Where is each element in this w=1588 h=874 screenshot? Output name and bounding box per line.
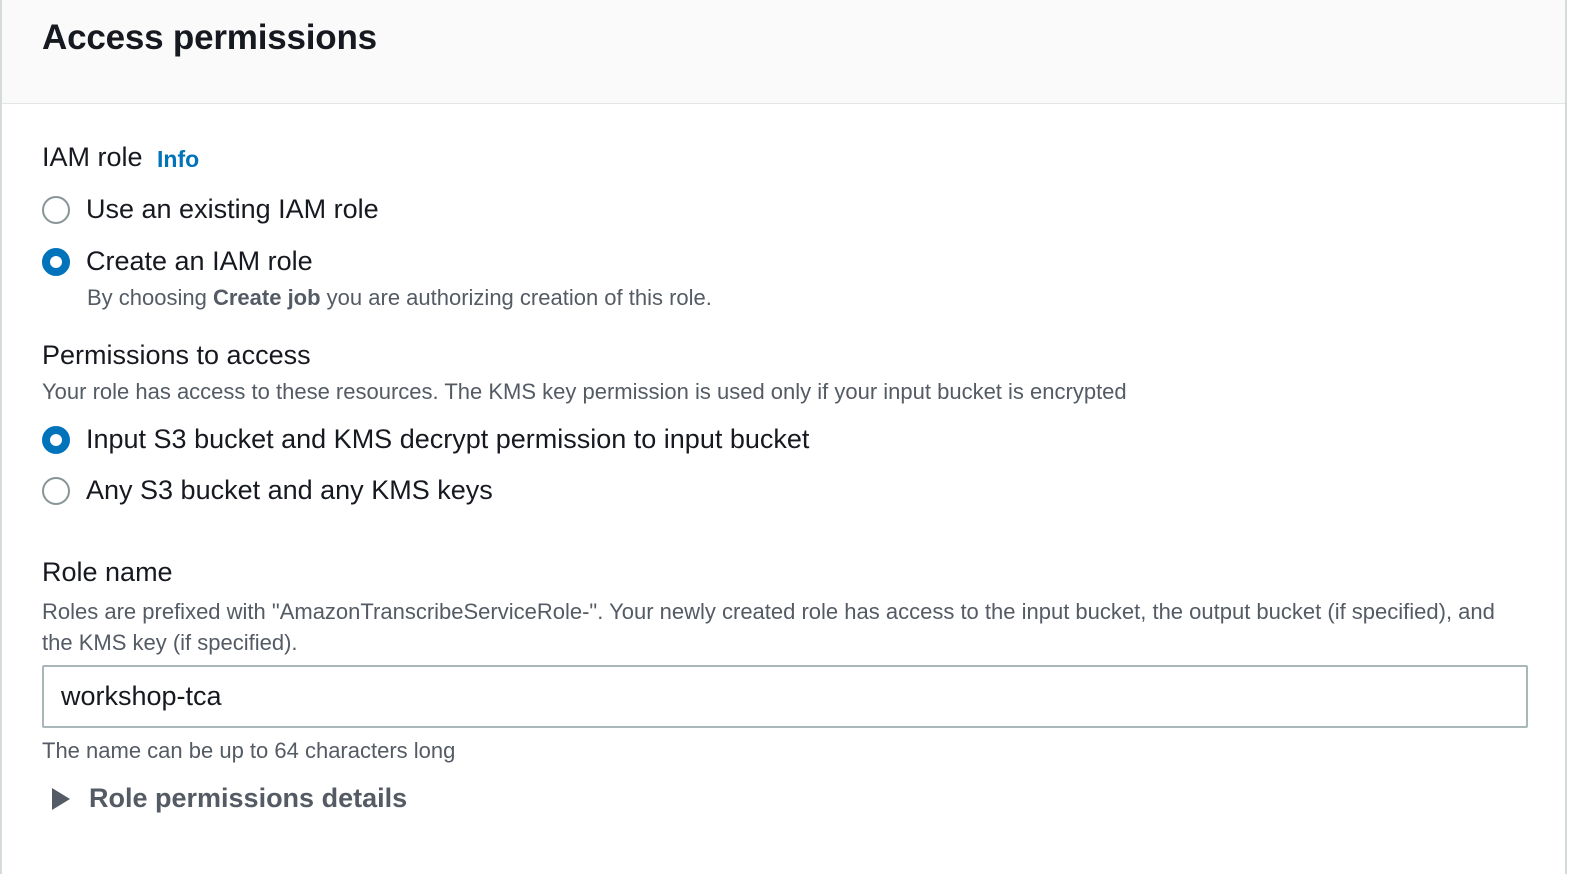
role-name-label: Role name [42, 557, 173, 587]
access-permissions-panel: Access permissions IAM role Info Use an … [0, 0, 1567, 874]
create-role-desc-prefix: By choosing [87, 285, 213, 310]
radio-label-any-bucket-permission[interactable]: Any S3 bucket and any KMS keys [86, 475, 493, 506]
role-name-description: Roles are prefixed with "AmazonTranscrib… [42, 599, 1495, 655]
iam-role-label: IAM role [42, 142, 143, 172]
radio-button-use-existing-role[interactable] [42, 195, 70, 224]
role-permissions-details-label[interactable]: Role permissions details [89, 783, 407, 814]
radio-button-input-bucket-permission[interactable] [42, 425, 70, 454]
radio-button-any-bucket-permission[interactable] [42, 476, 70, 505]
radio-label-input-bucket-permission[interactable]: Input S3 bucket and KMS decrypt permissi… [86, 424, 809, 455]
permissions-description: Your role has access to these resources.… [42, 379, 1127, 404]
create-role-desc-bold: Create job [212, 285, 321, 310]
radio-create-role[interactable]: Create an IAM role [42, 246, 313, 277]
radio-any-bucket-permission[interactable]: Any S3 bucket and any KMS keys [42, 475, 493, 506]
caret-right-icon[interactable] [52, 787, 70, 810]
iam-role-info-link[interactable]: Info [157, 146, 199, 173]
panel-header: Access permissions [2, 0, 1565, 104]
create-role-description: By choosing Create job you are authorizi… [87, 285, 712, 311]
create-role-desc-suffix: you are authorizing creation of this rol… [320, 285, 712, 310]
radio-button-create-role[interactable] [42, 247, 70, 276]
radio-input-bucket-permission[interactable]: Input S3 bucket and KMS decrypt permissi… [42, 424, 809, 455]
radio-label-use-existing-role[interactable]: Use an existing IAM role [86, 194, 379, 225]
panel-title: Access permissions [42, 18, 377, 57]
permissions-label: Permissions to access [42, 340, 311, 370]
role-name-hint: The name can be up to 64 characters long [42, 738, 456, 763]
radio-use-existing-role[interactable]: Use an existing IAM role [42, 194, 379, 225]
radio-label-create-role[interactable]: Create an IAM role [86, 246, 313, 277]
role-name-input[interactable] [42, 665, 1528, 728]
role-permissions-details-expander[interactable]: Role permissions details [52, 783, 407, 814]
